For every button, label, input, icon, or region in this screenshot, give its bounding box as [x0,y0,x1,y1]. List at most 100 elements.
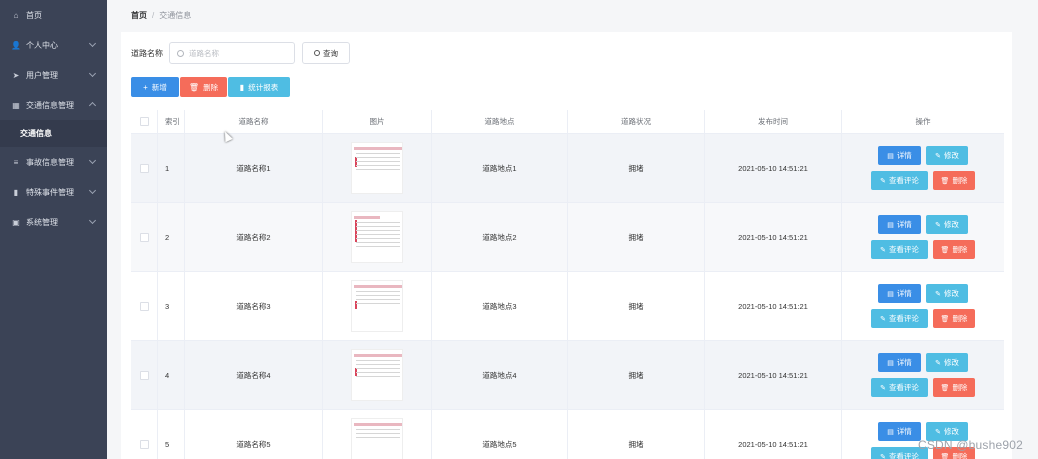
search-bar: 道路名称 查询 [131,42,350,64]
row-checkbox[interactable] [139,163,149,173]
row-road-place: 道路地点4 [432,341,568,409]
report-button-label: 统计报表 [248,82,279,92]
home-icon: ⌂ [13,10,19,20]
row-delete-button[interactable]: 🗑 删除 [933,240,975,259]
row-publish-time: 2021-05-10 14:51:21 [705,203,842,271]
sidebar-item-label: 事故信息管理 [26,157,74,167]
detail-button-label: 详情 [896,358,912,367]
row-road-place: 道路地点3 [432,272,568,340]
edit-button-label: 修改 [943,220,959,229]
detail-button-label: 详情 [896,289,912,298]
detail-button[interactable]: ▤ 详情 [878,146,921,165]
document-icon: ▤ [887,221,894,229]
row-publish-time: 2021-05-10 14:51:21 [705,341,842,409]
row-ops: ▤ 详情 ✎ 修改 ✎ 查看评论 🗑 删除 [842,272,1004,340]
row-checkbox[interactable] [139,370,149,380]
row-index: 1 [158,134,185,202]
view-comments-button[interactable]: ✎ 查看评论 [871,309,928,328]
list-icon: ≡ [13,157,19,167]
delete-button-label: 删除 [203,82,219,92]
pencil-icon: ✎ [880,453,886,459]
road-thumbnail[interactable] [351,211,403,263]
row-road-place: 道路地点2 [432,203,568,271]
breadcrumb: 首页 / 交通信息 [121,0,1012,30]
row-index: 2 [158,203,185,271]
sidebar-item-profile[interactable]: 👤 个人中心 [0,30,107,60]
query-button[interactable]: 查询 [302,42,350,64]
breadcrumb-current: 交通信息 [159,10,192,20]
row-road-status: 拥堵 [568,134,705,202]
row-checkbox[interactable] [139,232,149,242]
row-ops: ▤ 详情 ✎ 修改 ✎ 查看评论 🗑 删除 [842,134,1004,202]
trash-icon: 🗑 [940,246,950,254]
row-delete-label: 删除 [952,452,968,459]
pencil-icon: ✎ [935,428,941,436]
row-select-cell [131,341,158,409]
edit-button-label: 修改 [943,151,959,160]
row-checkbox[interactable] [139,439,149,449]
detail-button[interactable]: ▤ 详情 [878,215,921,234]
sidebar-item-home[interactable]: ⌂ 首页 [0,0,107,30]
row-index: 3 [158,272,185,340]
row-delete-label: 删除 [952,176,968,185]
view-comments-button[interactable]: ✎ 查看评论 [871,171,928,190]
road-thumbnail[interactable] [351,418,403,459]
chevron-up-icon [88,101,97,110]
pencil-icon: ✎ [935,152,941,160]
edit-button-label: 修改 [943,289,959,298]
row-delete-button[interactable]: 🗑 删除 [933,378,975,397]
report-button[interactable]: ▮ 统计报表 [228,77,290,97]
row-delete-button[interactable]: 🗑 删除 [933,171,975,190]
row-image-cell [323,341,432,409]
detail-button[interactable]: ▤ 详情 [878,422,921,441]
detail-button-label: 详情 [896,427,912,436]
sidebar-item-users[interactable]: ➤ 用户管理 [0,60,107,90]
row-publish-time: 2021-05-10 14:51:21 [705,410,842,459]
document-icon: ▤ [887,428,894,436]
sidebar-item-label: 系统管理 [26,217,58,227]
row-delete-button[interactable]: 🗑 删除 [933,309,975,328]
table-header: 索引 道路名称 图片 道路地点 道路状况 发布时间 操作 [131,110,1004,134]
edit-button[interactable]: ✎ 修改 [926,215,968,234]
sidebar-item-system-mgmt[interactable]: ▣ 系统管理 [0,207,107,237]
search-input[interactable] [189,48,289,58]
sidebar-item-label: 交通信息管理 [26,100,74,110]
edit-button[interactable]: ✎ 修改 [926,284,968,303]
view-comments-button[interactable]: ✎ 查看评论 [871,240,928,259]
detail-button-label: 详情 [896,151,912,160]
detail-button[interactable]: ▤ 详情 [878,353,921,372]
detail-button[interactable]: ▤ 详情 [878,284,921,303]
sidebar-item-accident-mgmt[interactable]: ≡ 事故信息管理 [0,147,107,177]
row-checkbox[interactable] [139,301,149,311]
sidebar-item-traffic-mgmt[interactable]: ▦ 交通信息管理 [0,90,107,120]
row-index: 5 [158,410,185,459]
row-image-cell [323,410,432,459]
breadcrumb-home[interactable]: 首页 [131,10,147,21]
select-all-checkbox[interactable] [139,117,149,126]
row-road-place: 道路地点1 [432,134,568,202]
document-icon: ▤ [887,152,894,160]
edit-button[interactable]: ✎ 修改 [926,146,968,165]
delete-button[interactable]: 🗑 删除 [180,77,227,97]
edit-button[interactable]: ✎ 修改 [926,353,968,372]
row-image-cell [323,134,432,202]
pencil-icon: ✎ [935,221,941,229]
sidebar-subitem-traffic-info[interactable]: 交通信息 [0,120,107,147]
table-row: 3 道路名称3 道路地点3 拥堵 2021-05-10 14:51:21 ▤ 详情 [131,272,1004,341]
chevron-down-icon [88,69,97,78]
trash-icon: 🗑 [940,315,950,323]
row-road-status: 拥堵 [568,272,705,340]
row-select-cell [131,272,158,340]
row-road-status: 拥堵 [568,410,705,459]
add-button[interactable]: + 新增 [131,77,179,97]
trash-icon: 🗑 [188,82,200,92]
road-thumbnail[interactable] [351,349,403,401]
sidebar: ⌂ 首页 👤 个人中心 ➤ 用户管理 ▦ 交通信息管理 交通信息 ≡ 事故信息管… [0,0,107,459]
sidebar-item-label: 用户管理 [26,70,58,80]
view-comments-button[interactable]: ✎ 查看评论 [871,378,928,397]
road-thumbnail[interactable] [351,280,403,332]
grid-icon: ▦ [12,100,20,110]
road-thumbnail[interactable] [351,142,403,194]
sidebar-item-event-mgmt[interactable]: ▮ 特殊事件管理 [0,177,107,207]
edit-button-label: 修改 [943,427,959,436]
